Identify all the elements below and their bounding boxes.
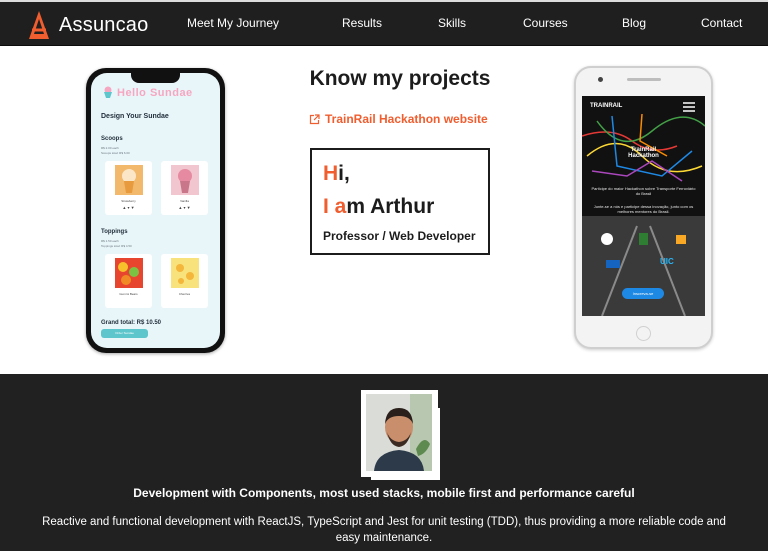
gummi-bears-image xyxy=(115,258,143,288)
brand[interactable]: Assuncao xyxy=(28,9,148,41)
nav-link-contact[interactable]: Contact xyxy=(701,16,742,30)
sundae-project-phone[interactable]: Hello Sundae Design Your Sundae Scoops R… xyxy=(86,68,225,353)
name-line: I am Arthur xyxy=(323,195,435,218)
scoop-card[interactable]: Vanilla ▲ ▾ ▼ xyxy=(161,161,208,215)
nav-link-results[interactable]: Results xyxy=(342,16,382,30)
quantity-stepper[interactable]: ▲ ▾ ▼ xyxy=(105,205,152,210)
signup-button[interactable]: Inscreva-se xyxy=(622,288,664,299)
quantity-stepper[interactable]: ▲ ▾ ▼ xyxy=(161,205,208,210)
phone-home-button xyxy=(636,326,651,341)
nav-link-skills[interactable]: Skills xyxy=(438,16,466,30)
trainrail-app-screen: TRAINRAIL TrainRail Hackathon Participe d… xyxy=(582,96,705,316)
toppings-title: Toppings xyxy=(101,229,128,235)
external-link-icon xyxy=(309,113,320,124)
cherries-image xyxy=(171,258,199,288)
top-navbar: Assuncao Meet My Journey Results Skills … xyxy=(0,0,768,46)
sundae-cup-icon xyxy=(104,86,112,98)
trainrail-project-phone[interactable]: TRAINRAIL TrainRail Hackathon Participe d… xyxy=(574,66,713,349)
trainrail-description: Junte-se a nós e participe dessa inovaçã… xyxy=(593,204,694,214)
phone-speaker xyxy=(627,78,661,81)
trainrail-link-label: TrainRail Hackathon website xyxy=(325,112,488,126)
grand-total: Grand total: R$ 10.50 xyxy=(101,320,162,326)
about-section: Development with Components, most used s… xyxy=(0,374,768,551)
nav-link-journey[interactable]: Meet My Journey xyxy=(187,16,279,30)
trainrail-project-link[interactable]: TrainRail Hackathon website xyxy=(309,112,488,126)
nav-link-courses[interactable]: Courses xyxy=(523,16,568,30)
uic-sponsor-logo: UIC xyxy=(660,257,674,266)
strawberry-scoop-image xyxy=(115,165,143,195)
scoops-total: Scoops total: R$ 6.00 xyxy=(101,151,130,155)
brand-name: Assuncao xyxy=(59,13,149,36)
nav-link-blog[interactable]: Blog xyxy=(622,16,646,30)
greeting: Hi, xyxy=(323,162,350,185)
sundae-heading: Design Your Sundae xyxy=(101,113,169,120)
sundae-logo: Hello Sundae xyxy=(103,86,193,99)
hamburger-menu-icon[interactable] xyxy=(683,102,695,112)
projects-section: Hello Sundae Design Your Sundae Scoops R… xyxy=(0,46,768,374)
trainrail-heading: TrainRail Hackathon xyxy=(628,147,659,159)
scoops-price: R$ 2.00 each xyxy=(101,146,119,150)
about-description: Reactive and functional development with… xyxy=(42,516,726,544)
trainrail-subtitle: Participe do maior Hackathon sobre Trans… xyxy=(591,186,696,196)
scoops-title: Scoops xyxy=(101,136,123,142)
role-text: Professor / Web Developer xyxy=(323,229,476,243)
sundae-app-screen: Hello Sundae Design Your Sundae Scoops R… xyxy=(91,73,220,348)
scoop-card[interactable]: Strawberry ▲ ▾ ▼ xyxy=(105,161,152,215)
profile-photo-frame xyxy=(361,390,438,477)
section-title: Know my projects xyxy=(309,67,491,90)
trainrail-logo: TRAINRAIL xyxy=(590,103,623,109)
phone-camera xyxy=(598,77,603,82)
topping-card[interactable]: Cherries xyxy=(161,254,208,308)
brand-logo-icon xyxy=(29,11,49,39)
vanilla-scoop-image xyxy=(171,165,199,195)
toppings-price: R$ 1.50 each xyxy=(101,239,119,243)
toppings-total: Toppings total: R$ 4.50 xyxy=(101,244,132,248)
about-title: Development with Components, most used s… xyxy=(133,486,635,500)
order-sundae-button[interactable]: Order Sundae xyxy=(101,329,148,338)
topping-card[interactable]: Gummi Bears xyxy=(105,254,152,308)
intro-card: Hi, I am Arthur Professor / Web Develope… xyxy=(310,148,490,255)
profile-photo xyxy=(366,394,432,471)
phone-notch xyxy=(131,73,180,83)
